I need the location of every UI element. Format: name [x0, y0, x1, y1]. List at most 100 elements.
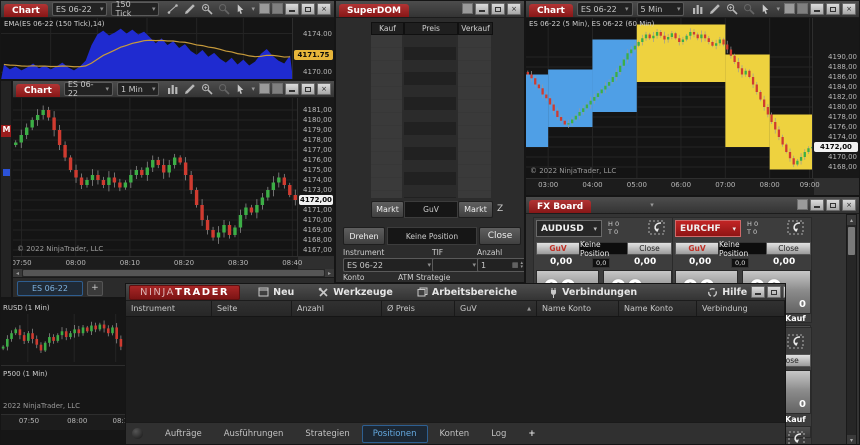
restore-button[interactable]: [826, 3, 840, 15]
toolbar-more-icon[interactable]: ▾: [251, 5, 255, 13]
lasso-order-icon[interactable]: [648, 220, 666, 236]
link-button[interactable]: [797, 199, 808, 210]
cursor-tool-icon[interactable]: [235, 83, 246, 95]
fx-guv-button[interactable]: GuV: [675, 242, 719, 255]
column-seite[interactable]: Seite: [212, 301, 292, 316]
toolbar-more-icon[interactable]: ▾: [776, 5, 780, 13]
menu-werkzeuge[interactable]: Werkzeuge: [318, 287, 393, 298]
menu-neu[interactable]: Neu: [258, 287, 294, 298]
chart-style-icon[interactable]: [167, 83, 179, 95]
fx-board-window-tab[interactable]: FX Board: [529, 200, 591, 213]
menu-verbindungen[interactable]: Verbindungen: [549, 287, 637, 298]
minimize-button[interactable]: [475, 3, 489, 15]
pencil-tool-icon[interactable]: [184, 83, 196, 95]
scrollbar-thumb[interactable]: [848, 227, 855, 255]
chart-style-icon[interactable]: [692, 3, 704, 15]
fx-guv-button[interactable]: GuV: [536, 242, 580, 255]
m1-chart-plot[interactable]: © 2022 NinjaTrader, LLC: [13, 98, 298, 256]
scroll-right-arrow[interactable]: ▸: [325, 269, 334, 277]
zoom-in-tool-icon[interactable]: [201, 3, 213, 15]
menu-hilfe[interactable]: Hilfe: [707, 287, 747, 298]
close-button[interactable]: ×: [842, 3, 856, 15]
tab-konten[interactable]: Konten: [430, 426, 480, 442]
close-button[interactable]: ×: [317, 3, 331, 15]
chart-window-tab[interactable]: Chart: [529, 4, 573, 17]
superdom-window-tab[interactable]: SuperDOM: [339, 4, 409, 17]
interval-selector[interactable]: 5 Min▾: [637, 2, 685, 16]
m1-chart-time-axis[interactable]: 07:5008:0008:1008:2008:3008:40: [13, 256, 298, 270]
minimize-button[interactable]: [810, 199, 824, 211]
restore-button[interactable]: [767, 286, 781, 298]
instrument-selector[interactable]: ES 06-22▾: [64, 82, 113, 96]
cursor-tool-icon[interactable]: [235, 3, 246, 15]
m1-chart-scrollbar[interactable]: ◂ ▸: [13, 269, 334, 277]
instrument-link-button[interactable]: [784, 3, 795, 14]
restore-button[interactable]: [826, 199, 840, 211]
m1-chart-price-axis[interactable]: 4181,004180,004179,004178,004177,004176,…: [297, 98, 334, 256]
column-instrument[interactable]: Instrument: [126, 301, 212, 316]
markt-buy-button[interactable]: Markt: [371, 201, 404, 218]
pencil-tool-icon[interactable]: [709, 3, 721, 15]
interval-link-button[interactable]: [272, 83, 283, 94]
minimize-button[interactable]: [810, 3, 824, 15]
close-button[interactable]: ×: [507, 3, 521, 15]
column-anzahl[interactable]: Anzahl: [292, 301, 382, 316]
dom-price-ladder[interactable]: [404, 35, 456, 198]
z-button[interactable]: Z: [497, 204, 503, 214]
interval-link-button[interactable]: [272, 3, 283, 14]
tab-auftraege[interactable]: Aufträge: [155, 426, 212, 442]
scrollbar-thumb[interactable]: [23, 270, 324, 276]
tick-chart-price-axis[interactable]: 4174.004170.004171.75: [292, 18, 334, 80]
restore-button[interactable]: [301, 3, 315, 15]
column-name-konto-2[interactable]: Name Konto: [619, 301, 697, 316]
fx-close-button[interactable]: Close: [766, 242, 811, 255]
lasso-order-icon[interactable]: [788, 431, 806, 445]
minimize-button[interactable]: [285, 83, 299, 95]
instrument-selector[interactable]: ES 06-22▾: [52, 2, 108, 16]
close-button[interactable]: ×: [783, 286, 786, 298]
column-name-konto-1[interactable]: Name Konto: [537, 301, 619, 316]
small-chart-time-axis[interactable]: 07:5008:0008:1: [1, 414, 127, 430]
scroll-up-arrow[interactable]: ▴: [847, 215, 856, 225]
fx-pair-selector[interactable]: EURCHF▾: [675, 220, 741, 237]
dom-ask-ladder[interactable]: [458, 35, 491, 198]
zoom-out-tool-icon[interactable]: [743, 3, 755, 15]
tab-strategien[interactable]: Strategien: [295, 426, 359, 442]
lasso-order-icon[interactable]: [787, 334, 805, 350]
add-tab-button[interactable]: +: [87, 281, 103, 296]
close-button[interactable]: ×: [317, 83, 331, 95]
tab-positionen[interactable]: Positionen: [362, 425, 428, 443]
interval-selector[interactable]: 1 Min▾: [117, 82, 159, 96]
fx-pair-selector[interactable]: AUDUSD▾: [536, 220, 602, 237]
m5-chart-price-axis[interactable]: 4190,004188,004186,004184,004182,004180,…: [812, 18, 859, 178]
close-position-button[interactable]: Close: [479, 227, 521, 245]
panel-divider[interactable]: [1, 365, 127, 366]
dom-bid-ladder[interactable]: [371, 35, 402, 198]
drehen-button[interactable]: Drehen: [343, 227, 385, 245]
dom-quantity-stepper[interactable]: 1▦▴▾: [477, 258, 525, 272]
cursor-tool-icon[interactable]: [760, 3, 771, 15]
spinner-down-icon[interactable]: ▾: [520, 265, 523, 269]
chart-window-tab[interactable]: Chart: [4, 4, 48, 17]
tick-chart-plot[interactable]: EMA(ES 06-22 (150 Tick),14): [1, 18, 293, 80]
close-button[interactable]: ×: [842, 199, 856, 211]
dom-tif-selector[interactable]: ▾: [432, 258, 480, 272]
pencil-tool-icon[interactable]: [184, 3, 196, 15]
toolbar-more-icon[interactable]: ▾: [251, 85, 255, 93]
m5-chart-time-axis[interactable]: 03:0004:0005:0006:0007:0008:0009:00: [526, 178, 814, 196]
lasso-order-icon[interactable]: [787, 220, 805, 236]
instrument-link-button[interactable]: [259, 83, 270, 94]
dom-instrument-selector[interactable]: ES 06-22▾: [343, 258, 435, 272]
m5-chart-plot[interactable]: ES 06-22 (5 Min), ES 06-22 (60 Min) © 20…: [526, 18, 814, 178]
instrument-link-button[interactable]: [462, 3, 473, 14]
interval-link-button[interactable]: [797, 3, 808, 14]
column-verbindung[interactable]: Verbindung: [697, 301, 785, 316]
scroll-left-arrow[interactable]: ◂: [13, 269, 22, 277]
add-tab-button[interactable]: +: [518, 426, 545, 442]
minimize-button[interactable]: [751, 286, 765, 298]
zoom-in-tool-icon[interactable]: [201, 83, 213, 95]
column-guv[interactable]: GuV▲: [455, 301, 537, 316]
instrument-link-button[interactable]: [259, 3, 270, 14]
scroll-down-arrow[interactable]: ▾: [850, 437, 853, 444]
restore-button[interactable]: [301, 83, 315, 95]
